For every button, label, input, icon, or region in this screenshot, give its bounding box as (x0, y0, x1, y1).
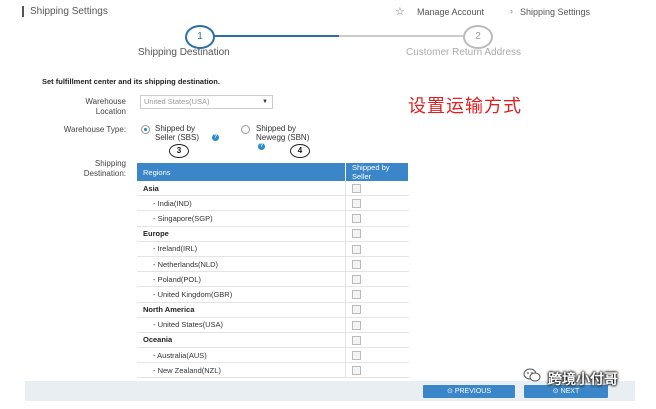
favorite-star-icon[interactable]: ☆ (395, 5, 405, 18)
row-checkbox-cell (345, 241, 409, 257)
previous-button[interactable]: ⊙ PREVIOUS (423, 385, 515, 398)
country-name: - United Kingdom(GBR) (137, 286, 346, 303)
step-progress-line (211, 35, 339, 37)
shipping-destination-label: Shipping Destination: (83, 159, 126, 178)
annotation-circle-4: 4 (290, 144, 310, 158)
breadcrumb-current: Shipping Settings (520, 7, 591, 17)
table-row: Asia (137, 181, 409, 197)
step-1-label: Shipping Destination (138, 47, 230, 58)
radio-sbn-label[interactable]: Shipped by Newegg (SBN) (256, 124, 318, 142)
row-checkbox-cell (345, 226, 409, 242)
row-checkbox[interactable] (352, 320, 361, 330)
row-checkbox-cell (345, 256, 409, 273)
table-row: - India(IND) (137, 195, 409, 212)
table-row: - Australia(AUS) (137, 347, 409, 364)
row-checkbox[interactable] (352, 244, 361, 254)
row-checkbox[interactable] (352, 214, 361, 224)
country-name: - Netherlands(NLD) (137, 256, 346, 273)
row-checkbox-cell (345, 286, 409, 303)
country-name: - Poland(POL) (137, 271, 346, 288)
breadcrumb-manage-account[interactable]: Manage Account (417, 7, 484, 17)
warehouse-location-select[interactable]: United States(USA) ▼ (140, 95, 273, 109)
destination-table: Regions Shipped by Seller Asia - India(I… (137, 163, 409, 379)
country-name: - United States(USA) (137, 317, 346, 333)
row-checkbox[interactable] (352, 229, 361, 239)
country-name: - India(IND) (137, 195, 346, 212)
table-row: North America (137, 302, 409, 318)
row-checkbox-cell (345, 317, 409, 333)
table-row: - Ireland(IRL) (137, 241, 409, 257)
warehouse-location-value: United States(USA) (144, 97, 210, 106)
region-name: Europe (137, 226, 346, 242)
country-name: - Singapore(SGP) (137, 210, 346, 227)
region-name: Asia (137, 181, 346, 197)
row-checkbox-cell (345, 210, 409, 227)
row-checkbox[interactable] (352, 290, 361, 300)
row-checkbox[interactable] (352, 305, 361, 315)
chinese-caption: 设置运输方式 (408, 96, 522, 116)
wechat-logo-icon (523, 368, 541, 382)
radio-sbs[interactable] (141, 125, 150, 134)
row-checkbox[interactable] (352, 350, 361, 360)
annotation-circle-3: 3 (169, 144, 189, 158)
step-2-circle: 2 (463, 25, 493, 49)
region-name: Oceania (137, 332, 346, 349)
row-checkbox[interactable] (352, 274, 361, 284)
next-button-label: NEXT (560, 388, 580, 395)
table-row: - Netherlands(NLD) (137, 256, 409, 273)
row-checkbox-cell (345, 362, 409, 379)
row-checkbox-cell (345, 302, 409, 318)
top-bar: Shipping Settings ☆ Manage Account › Shi… (0, 0, 656, 20)
row-checkbox[interactable] (352, 335, 361, 345)
row-checkbox-cell (345, 347, 409, 364)
step-1-circle: 1 (185, 25, 215, 49)
warehouse-location-label: Warehouse Location (85, 97, 126, 116)
radio-sbn[interactable] (241, 125, 250, 134)
help-icon[interactable]: ? (212, 134, 219, 141)
previous-button-label: PREVIOUS (454, 388, 491, 395)
table-row: - United Kingdom(GBR) (137, 286, 409, 303)
row-checkbox[interactable] (352, 183, 361, 193)
country-name: - Ireland(IRL) (137, 241, 346, 257)
section-title: Set fulfillment center and its shipping … (42, 77, 220, 86)
radio-sbs-label[interactable]: Shipped by Seller (SBS) (155, 124, 215, 142)
arrow-right-icon: ⊙ (552, 388, 561, 395)
row-checkbox[interactable] (352, 199, 361, 209)
country-name: - Australia(AUS) (137, 347, 346, 364)
column-header-shipped-by-seller: Shipped by Seller (345, 163, 409, 181)
column-header-regions: Regions (137, 163, 346, 181)
country-name: - New Zealand(NZL) (137, 362, 346, 379)
table-row: - Singapore(SGP) (137, 210, 409, 227)
region-name: North America (137, 302, 346, 318)
row-checkbox[interactable] (352, 366, 361, 376)
row-checkbox-cell (345, 271, 409, 288)
page-title: Shipping Settings (22, 6, 108, 17)
table-row: - Poland(POL) (137, 271, 409, 288)
table-row: Oceania (137, 332, 409, 349)
row-checkbox-cell (345, 332, 409, 349)
row-checkbox[interactable] (352, 259, 361, 269)
table-row: Europe (137, 226, 409, 242)
help-icon[interactable]: ? (258, 143, 265, 150)
warehouse-type-label: Warehouse Type: (63, 125, 126, 134)
watermark-text: 跨境小付哥 (548, 371, 618, 387)
row-checkbox-cell (345, 195, 409, 212)
breadcrumb-separator: › (510, 6, 513, 16)
row-checkbox-cell (345, 181, 409, 197)
table-row: - New Zealand(NZL) (137, 362, 409, 379)
table-row: - United States(USA) (137, 317, 409, 333)
step-2-label: Customer Return Address (406, 47, 522, 58)
chevron-down-icon: ▼ (262, 99, 268, 105)
step-remaining-line (339, 35, 465, 37)
arrow-left-icon: ⊙ (447, 388, 455, 395)
